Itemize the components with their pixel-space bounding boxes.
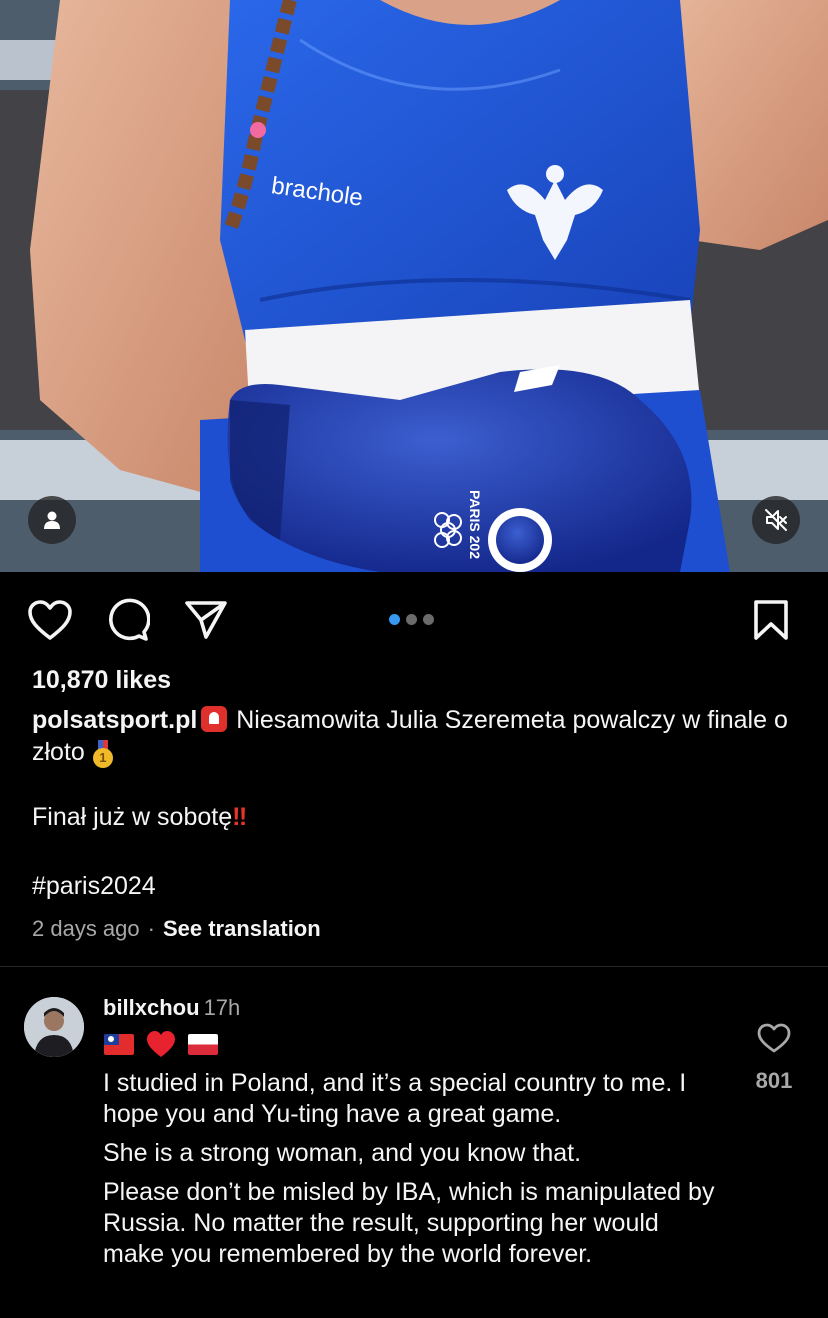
hashtag-link[interactable]: #paris2024 [32,872,156,901]
see-translation-link[interactable]: See translation [163,916,321,941]
section-divider [0,966,828,967]
save-button[interactable] [746,595,796,645]
post-caption: polsatsport.pl Niesamowita Julia Szereme… [32,704,802,768]
comment-like-button[interactable] [756,1022,792,1054]
tag-people-button[interactable] [28,496,76,544]
like-button[interactable] [25,595,75,645]
heart-outline-icon [757,1023,791,1053]
comment-button[interactable] [103,595,153,645]
gold-medal-icon [91,740,115,768]
comment-like-count: 801 [755,1068,793,1093]
comment-body: I studied in Poland, and it’s a special … [103,1068,723,1278]
post-photo: brachole PARIS 202 [0,0,828,572]
red-heart-icon [147,1031,175,1057]
comment-username[interactable]: billxchou [103,995,200,1020]
like-count[interactable]: 10,870 likes [32,666,171,695]
user-tag-icon [44,511,60,529]
carousel-dot [423,614,434,625]
carousel-dot-active [389,614,400,625]
double-exclamation-icon: ‼ [232,803,247,831]
poland-flag-icon [188,1033,218,1055]
carousel-indicator [389,614,434,625]
glove-olympic-text: PARIS 202 [467,490,483,559]
paper-plane-icon [185,601,227,639]
share-button[interactable] [181,595,231,645]
comment-bubble-icon [109,598,150,641]
meta-separator: · [147,916,155,941]
caption-final-text: Finał już w sobotę [32,803,233,831]
post-action-bar [0,595,828,645]
speaker-muted-icon [765,509,787,531]
taiwan-flag-icon [104,1033,134,1055]
post-media[interactable]: brachole PARIS 202 [0,0,828,572]
caption-line-final: Finał już w sobotę‼ [32,803,247,832]
commenter-avatar[interactable] [24,997,84,1057]
post-timestamp: 2 days ago [32,916,140,941]
bookmark-icon [754,600,788,640]
comment-paragraph: I studied in Poland, and it’s a special … [103,1069,687,1128]
comment-paragraph: She is a strong woman, and you know that… [103,1139,582,1167]
rotating-light-icon [201,706,228,732]
carousel-dot [406,614,417,625]
comment-emoji-row [104,1030,218,1058]
post-meta: 2 days ago · See translation [32,916,321,942]
mute-button[interactable] [752,496,800,544]
heart-outline-icon [28,600,72,640]
avatar-image [24,997,84,1057]
comment-time: 17h [203,995,241,1020]
comment-header: billxchou 17h [103,995,240,1021]
caption-username[interactable]: polsatsport.pl [32,706,197,734]
comment-paragraph: Please don’t be misled by IBA, which is … [103,1178,715,1268]
